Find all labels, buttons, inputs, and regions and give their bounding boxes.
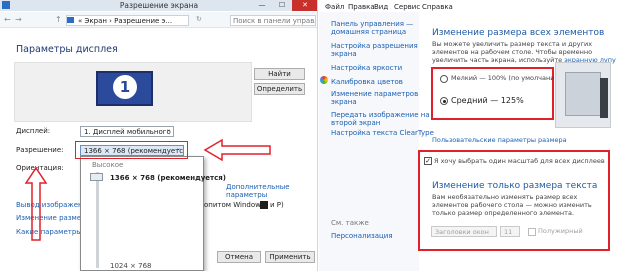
element-select[interactable]: Заголовки окон [431,226,497,237]
see-also-heading: См. также [331,219,369,227]
sidebar-item-personalization[interactable]: Персонализация [331,232,393,240]
text-only-heading: Изменение только размера текста [432,181,598,191]
red-arrow-up [24,166,48,241]
sidebar-item-brightness[interactable]: Настройка яркости [331,64,402,72]
size-preview-panel [600,78,608,118]
menu-edit[interactable]: Правка [348,3,375,11]
sidebar-item-display-settings[interactable]: Изменение параметров [331,90,418,98]
font-size-select[interactable]: 11 [500,226,520,237]
custom-size-link[interactable]: Пользовательские параметры размера [432,136,567,144]
menu-file[interactable]: Файл [325,3,344,11]
menu-tools[interactable]: Сервис [394,3,420,11]
sidebar-item-resolution-2[interactable]: экрана [331,50,357,58]
sidebar-item-home-2[interactable]: домашняя страница [331,28,406,36]
sidebar-item-resolution[interactable]: Настройка разрешения [331,42,418,50]
bold-label: Полужирный [538,227,583,235]
radio-medium-label: Средний — 125% [451,96,524,105]
text-only-description: Вам необязательно изменять размер всех э… [432,193,592,217]
radio-medium[interactable] [440,97,448,105]
radio-small[interactable] [440,75,448,83]
single-scale-checkbox[interactable]: ✓ [424,157,432,165]
size-preview-window [565,72,601,116]
annotation-arrows [24,138,271,241]
menu-help[interactable]: Справка [422,3,453,11]
sidebar-item-project[interactable]: Передать изображение на [331,111,430,119]
sidebar-item-calibration[interactable]: Калибровка цветов [331,78,403,86]
sidebar-item-home[interactable]: Панель управления — [331,20,413,28]
sidebar-item-project-2[interactable]: второй экран [331,119,380,127]
resize-all-description: Вы можете увеличить размер текста и друг… [432,40,616,64]
bold-checkbox[interactable] [528,228,536,236]
sidebar-item-cleartype[interactable]: Настройка текста ClearType [331,129,434,137]
sidebar-item-display-settings-2[interactable]: экрана [331,98,357,106]
red-arrow-left [203,138,271,162]
color-calibration-icon [320,76,328,84]
menu-view[interactable]: Вид [374,3,388,11]
single-scale-label: Я хочу выбрать один масштаб для всех дис… [434,157,605,165]
screen-resolution-window: Разрешение экрана — ☐ ✕ ← → ↑ « Экран › … [0,0,318,271]
resize-all-heading: Изменение размера всех элементов [432,28,605,38]
radio-small-label: Мелкий — 100% (по умолчанию) [451,74,563,82]
